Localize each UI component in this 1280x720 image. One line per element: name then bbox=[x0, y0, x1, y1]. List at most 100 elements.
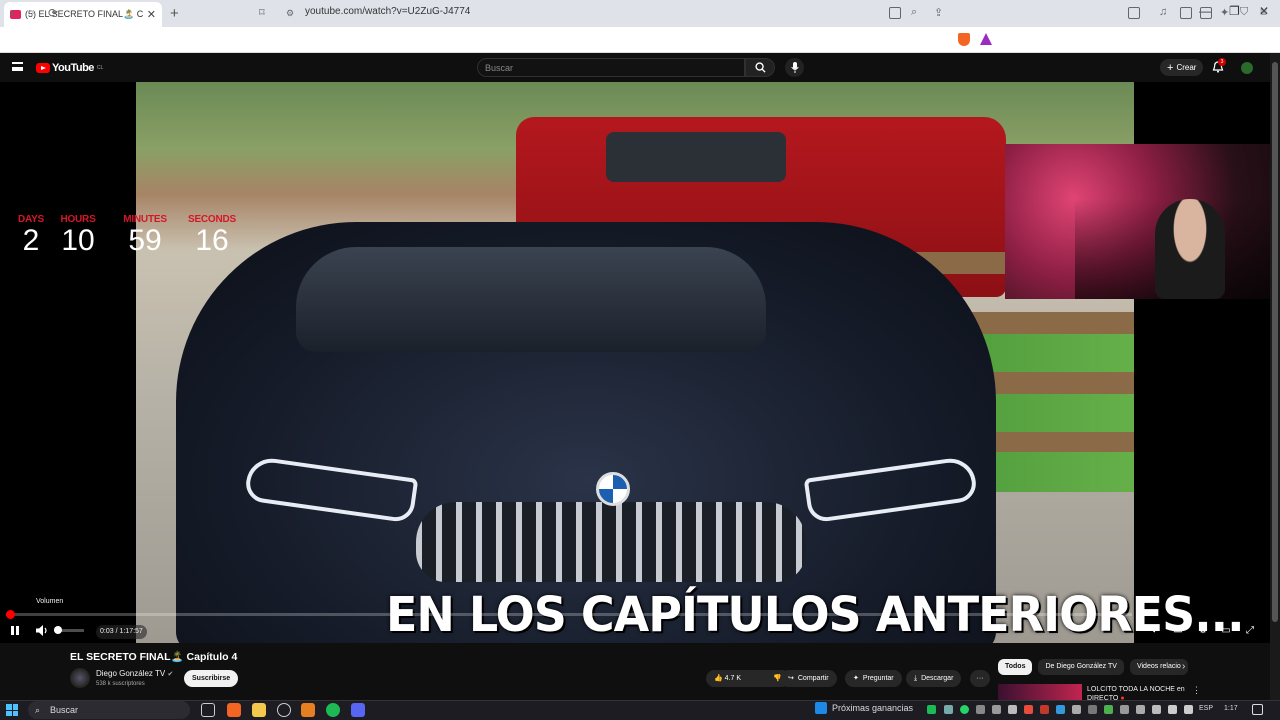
create-button[interactable]: + Crear bbox=[1160, 59, 1204, 76]
tray-spotify-icon[interactable] bbox=[927, 705, 936, 714]
countdown-value: 2 bbox=[22, 224, 40, 257]
wallet-icon[interactable] bbox=[1200, 7, 1212, 19]
channel-name[interactable]: Diego González TV ✔ bbox=[96, 669, 173, 678]
download-label: Descargar bbox=[921, 675, 954, 682]
countdown-value: 59 bbox=[128, 224, 162, 257]
share-button[interactable]: ↪ Compartir bbox=[780, 670, 837, 687]
recommendation-menu-icon[interactable]: ⋮ bbox=[1192, 685, 1201, 696]
app-launcher-icon[interactable] bbox=[301, 703, 315, 717]
forward-icon[interactable]: › bbox=[30, 4, 35, 20]
tray-volume-icon[interactable] bbox=[1168, 705, 1177, 714]
start-windows-icon[interactable] bbox=[6, 704, 18, 716]
tray-app-icon[interactable] bbox=[944, 705, 953, 714]
theater-mode-icon[interactable]: ▭ bbox=[1219, 625, 1233, 637]
fullscreen-icon[interactable]: ⤢ bbox=[1243, 625, 1257, 637]
new-tab-button[interactable]: + bbox=[170, 5, 179, 22]
voice-search-button[interactable] bbox=[785, 58, 804, 77]
taskbar-search-label: Buscar bbox=[50, 705, 79, 715]
notification-center-icon[interactable] bbox=[1252, 704, 1263, 715]
back-icon[interactable]: ‹ bbox=[10, 4, 15, 20]
youtube-logo[interactable]: YouTube CL bbox=[36, 62, 103, 74]
video-player[interactable]: DAYS 2 HOURS 10 MINUTES 59 SECONDS 16 EN… bbox=[0, 82, 1270, 643]
clock-app-icon[interactable] bbox=[277, 703, 291, 717]
tray-bluetooth-icon[interactable] bbox=[1056, 705, 1065, 714]
tray-gamepad-icon[interactable] bbox=[1008, 705, 1017, 714]
tray-drive-icon[interactable] bbox=[1120, 705, 1129, 714]
reload-icon[interactable]: ⟳ bbox=[48, 6, 58, 20]
sidebar-toggle-icon[interactable] bbox=[1128, 7, 1140, 19]
channel-avatar[interactable] bbox=[70, 668, 90, 688]
chip-all[interactable]: Todos bbox=[998, 659, 1033, 675]
menu-icon[interactable]: ≡ bbox=[1260, 5, 1267, 19]
url-field[interactable]: youtube.com/watch?v=U2ZuG-J4774 bbox=[305, 6, 470, 17]
progress-scrubber[interactable] bbox=[6, 610, 15, 619]
autoplay-toggle-icon[interactable]: ◐ bbox=[1148, 625, 1162, 637]
maximize-icon[interactable]: ❐ bbox=[1229, 4, 1240, 18]
chip-from-channel[interactable]: De Diego González TV bbox=[1038, 659, 1124, 675]
task-view-icon[interactable] bbox=[201, 703, 215, 717]
brave-shields-icon[interactable] bbox=[958, 33, 970, 46]
bookmark-icon[interactable]: ⌑ bbox=[259, 6, 265, 19]
account-avatar[interactable] bbox=[1241, 62, 1253, 74]
search-button[interactable] bbox=[745, 58, 775, 77]
tray-headset-icon[interactable] bbox=[992, 705, 1001, 714]
recommendation-thumbnail[interactable] bbox=[998, 684, 1082, 700]
guide-menu-icon[interactable] bbox=[12, 62, 23, 71]
cast-icon[interactable] bbox=[889, 7, 901, 19]
video-car-badge bbox=[596, 472, 630, 506]
brave-taskbar-icon[interactable] bbox=[227, 703, 241, 717]
tab-title: (5) EL SECRETO FINAL🏝️ Cap bbox=[25, 9, 143, 19]
tray-obs-icon[interactable] bbox=[1024, 705, 1033, 714]
subscribe-button[interactable]: Suscribirse bbox=[184, 670, 239, 687]
share-page-icon[interactable]: ⇪ bbox=[934, 6, 943, 19]
recommendation-title[interactable]: LOLCITO TODA LA NOCHE en DIRECTO ● bbox=[1087, 685, 1187, 701]
like-button[interactable]: 👍 4.7 K bbox=[714, 670, 741, 687]
volume-slider-handle[interactable] bbox=[54, 626, 62, 634]
tray-mic-icon[interactable] bbox=[1152, 705, 1161, 714]
youtube-play-icon bbox=[36, 63, 50, 73]
tray-record-icon[interactable] bbox=[1040, 705, 1049, 714]
vpn-icon[interactable]: ⛉ bbox=[1240, 6, 1248, 19]
tray-sync-icon[interactable] bbox=[1072, 705, 1081, 714]
time-display: 0:03 / 1:17:57 bbox=[96, 625, 147, 639]
video-title: EL SECRETO FINAL🏝️ Capítulo 4 bbox=[70, 651, 238, 663]
scrollbar-thumb[interactable] bbox=[1272, 62, 1278, 622]
settings-gear-icon[interactable]: ⚙ bbox=[1196, 625, 1210, 637]
system-clock[interactable]: 1:17 bbox=[1224, 705, 1238, 712]
ask-button[interactable]: ✦ Preguntar bbox=[845, 670, 902, 687]
search-input[interactable]: Buscar bbox=[477, 58, 745, 77]
spotify-icon[interactable] bbox=[326, 703, 340, 717]
leo-ai-icon[interactable]: ✦ bbox=[1220, 6, 1229, 19]
tray-display-icon[interactable] bbox=[1136, 705, 1145, 714]
more-actions-button[interactable]: ··· bbox=[970, 670, 990, 687]
brave-rewards-icon[interactable] bbox=[980, 33, 992, 45]
volume-icon[interactable] bbox=[35, 624, 49, 637]
tray-network-icon[interactable] bbox=[1088, 705, 1097, 714]
tray-steam-icon[interactable] bbox=[976, 705, 985, 714]
chip-related[interactable]: Videos relacio bbox=[1129, 659, 1188, 675]
ask-label: Preguntar bbox=[862, 675, 894, 682]
discord-icon[interactable] bbox=[351, 703, 365, 717]
progress-bar[interactable] bbox=[6, 613, 1132, 616]
video-car-windshield bbox=[296, 247, 766, 352]
zoom-icon[interactable]: ⌕ bbox=[911, 6, 917, 19]
share-icon: ↪ bbox=[788, 675, 794, 682]
pause-button[interactable] bbox=[10, 625, 22, 637]
reader-icon[interactable] bbox=[1180, 7, 1192, 19]
tray-whatsapp-icon[interactable] bbox=[960, 705, 969, 714]
subtitles-icon[interactable]: ▭ bbox=[1171, 625, 1185, 637]
tab-close-icon[interactable]: ✕ bbox=[147, 8, 156, 21]
download-button[interactable]: ⤓ Descargar bbox=[906, 670, 962, 687]
media-icon[interactable]: ♫ bbox=[1159, 6, 1167, 18]
recommendation-title-text: LOLCITO TODA LA NOCHE en DIRECTO bbox=[1087, 686, 1185, 701]
chips-next-chevron-icon[interactable]: › bbox=[1182, 661, 1185, 672]
earnings-widget[interactable]: Próximas ganancias bbox=[815, 702, 913, 714]
tray-nvidia-icon[interactable] bbox=[1104, 705, 1113, 714]
input-language[interactable]: ESP bbox=[1199, 705, 1213, 712]
channel-name-text: Diego González TV bbox=[96, 669, 166, 678]
tray-wifi-icon[interactable] bbox=[1184, 705, 1193, 714]
file-explorer-icon[interactable] bbox=[252, 703, 266, 717]
site-info-icon[interactable]: ⚙ bbox=[286, 8, 294, 19]
browser-tab[interactable]: (5) EL SECRETO FINAL🏝️ Cap ✕ bbox=[4, 2, 162, 27]
taskbar-search[interactable]: ⌕ Buscar bbox=[28, 701, 190, 719]
